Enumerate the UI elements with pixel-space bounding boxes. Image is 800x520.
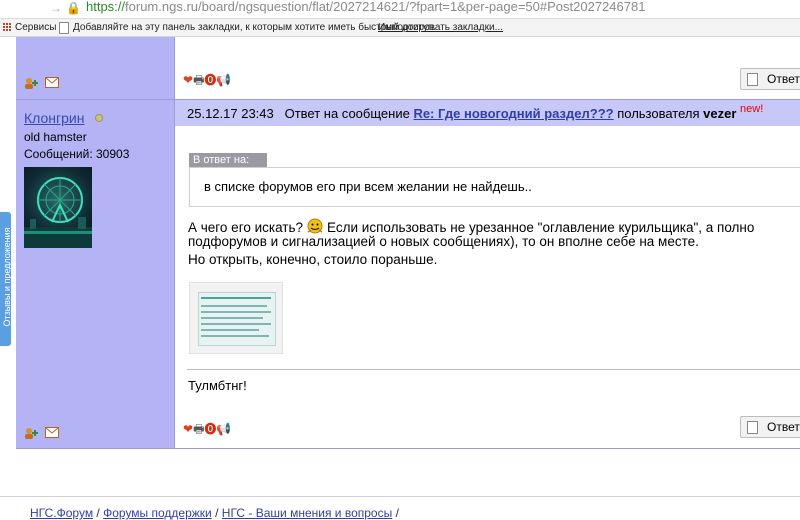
lock-icon: 🔒 — [66, 1, 81, 15]
username-link[interactable]: Клонгрин — [24, 110, 84, 126]
post-body-text-1b: Если использовать не урезанное "оглавлен… — [327, 220, 755, 235]
reply-button-label: Ответ — [767, 72, 800, 86]
like-icon[interactable]: ❤ — [183, 422, 193, 436]
attached-image-thumbnail[interactable] — [189, 282, 283, 354]
user-rank: old hamster — [24, 130, 87, 144]
quote-box: в списке форумов его при всем желании не… — [189, 167, 800, 207]
reply-icon — [747, 421, 758, 434]
post-separator-bottom — [16, 448, 800, 449]
url-scheme: https:// — [86, 0, 126, 14]
url-path: forum.ngs.ru/board/ngsquestion/flat/2027… — [125, 0, 646, 14]
like-icon[interactable]: ❤ — [183, 73, 193, 87]
user-post-count: Сообщений: 30903 — [24, 147, 130, 161]
post-header-text: 25.12.17 23:43 Ответ на сообщение Re: Гд… — [187, 103, 764, 121]
reply-to-text: Ответ на сообщение — [284, 106, 410, 121]
feedback-tab-label: Отзывы и предложения — [2, 227, 12, 327]
online-status-icon — [95, 114, 103, 122]
page-icon — [59, 22, 69, 34]
reply-button[interactable]: Ответ — [740, 416, 800, 438]
breadcrumb-separator: / — [395, 506, 399, 520]
message-icon[interactable] — [45, 77, 59, 91]
signature-divider — [187, 369, 800, 370]
breadcrumb: НГС.Форум / Форумы поддержки / НГС - Ваш… — [30, 506, 399, 520]
megaphone-icon[interactable]: 📢 — [216, 422, 231, 436]
bookmarks-bar: Сервисы Добавляйте на эту панель закладк… — [0, 19, 800, 37]
reply-author[interactable]: vezer — [703, 106, 736, 121]
add-friend-icon[interactable] — [24, 427, 38, 442]
reply-button[interactable]: Ответ — [740, 68, 800, 90]
post-action-icons[interactable]: ❤🖶⓿📢 — [183, 71, 231, 92]
breadcrumb-separator: / — [96, 506, 100, 520]
browser-address-bar[interactable]: → 🔒 https://forum.ngs.ru/board/ngsquesti… — [0, 0, 800, 19]
print-icon[interactable]: 🖶 — [193, 73, 204, 87]
thread-link[interactable]: Re: Где новогодний раздел??? — [413, 106, 613, 121]
by-user-text: пользователя — [617, 106, 700, 121]
reply-button-label: Ответ — [767, 420, 800, 434]
import-bookmarks-link[interactable]: Импортировать закладки... — [378, 22, 503, 33]
post-datetime: 25.12.17 23:43 — [187, 106, 274, 121]
post-body-line-2: подфорумов и сигнализацией о новых сообщ… — [188, 234, 699, 249]
url-text[interactable]: https://forum.ngs.ru/board/ngsquestion/f… — [86, 0, 645, 14]
report-icon[interactable]: ⓿ — [204, 73, 216, 87]
breadcrumb-item-forum[interactable]: НГС.Форум — [30, 506, 93, 520]
quote-label: В ответ на: — [189, 153, 267, 167]
new-badge: new! — [740, 103, 764, 115]
quote-text: в списке форумов его при всем желании не… — [204, 179, 532, 194]
post-body-line-1: А чего его искать? Если использовать не у… — [188, 215, 754, 235]
breadcrumb-separator: / — [215, 506, 219, 520]
feedback-side-tab[interactable]: Отзывы и предложения — [0, 212, 12, 346]
thumbnail-image — [198, 292, 276, 346]
megaphone-icon[interactable]: 📢 — [216, 73, 231, 87]
message-icon[interactable] — [45, 427, 59, 441]
breadcrumb-item-support[interactable]: Форумы поддержки — [103, 506, 212, 520]
post-body-line-3: Но открыть, конечно, стоило пораньше. — [188, 252, 438, 267]
print-icon[interactable]: 🖶 — [193, 422, 204, 436]
user-signature: Тулмбтнг! — [188, 378, 247, 393]
apps-label[interactable]: Сервисы — [15, 22, 56, 33]
report-icon[interactable]: ⓿ — [204, 422, 216, 436]
post-action-icons[interactable]: ❤🖶⓿📢 — [183, 420, 231, 441]
apps-icon[interactable] — [3, 23, 12, 32]
breadcrumb-item-feedback[interactable]: НГС - Ваши мнения и вопросы — [222, 506, 392, 520]
post-header: 25.12.17 23:43 Ответ на сообщение Re: Гд… — [175, 100, 800, 126]
add-friend-icon[interactable] — [24, 77, 38, 92]
reply-icon — [747, 73, 758, 86]
smiley-icon — [306, 218, 324, 235]
avatar[interactable] — [24, 167, 92, 248]
forward-icon[interactable]: → — [50, 1, 62, 15]
footer-divider — [0, 496, 800, 497]
post-body-text-1a: А чего его искать? — [188, 220, 304, 235]
